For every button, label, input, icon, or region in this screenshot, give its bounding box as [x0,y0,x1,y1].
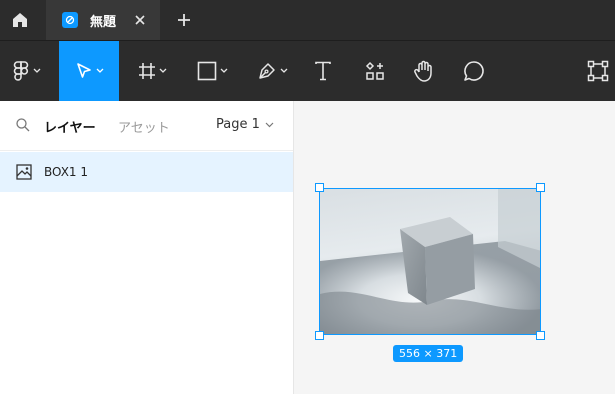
chevron-down-icon [96,68,103,73]
chevron-down-icon [280,68,287,73]
bounding-box-icon [587,60,608,82]
resize-handle-top-left[interactable] [315,183,324,192]
tab-layers[interactable]: レイヤー [44,117,96,136]
tab-assets[interactable]: アセット [118,117,170,136]
search-icon[interactable] [16,118,30,132]
frame-tool[interactable] [128,41,176,101]
page-selector[interactable]: Page 1 [216,117,274,132]
text-tool[interactable] [306,41,340,101]
dimensions-label: 556 × 371 [393,345,464,362]
frame-icon [138,63,155,79]
hand-icon [414,60,432,82]
canvas[interactable]: 556 × 371 [295,101,615,394]
main-menu-button[interactable] [0,41,52,101]
resize-handle-top-right[interactable] [536,183,545,192]
tab-title: 無題 [90,14,117,30]
pen-icon [258,63,275,79]
chevron-down-icon [220,68,227,73]
layers-panel: レイヤー アセット Page 1 BOX1 1 [0,101,294,394]
file-tab[interactable]: 無題 [46,0,160,40]
figma-logo-icon [13,61,28,81]
resources-icon [365,61,384,80]
plus-icon [178,14,190,26]
comment-icon [464,61,484,81]
rectangle-icon [197,61,216,81]
close-tab-button[interactable] [132,12,148,28]
new-tab-button[interactable] [174,10,194,30]
toolbar [0,40,615,101]
shape-tool[interactable] [188,41,236,101]
move-tool[interactable] [59,41,119,101]
cursor-icon [76,63,91,78]
panel-header: レイヤー アセット Page 1 [0,101,293,151]
image-layer[interactable] [319,188,541,335]
resize-handle-bottom-right[interactable] [536,331,545,340]
text-icon [315,61,331,81]
chevron-down-icon [33,68,40,73]
layer-name: BOX1 1 [44,165,89,179]
comment-tool[interactable] [456,41,492,101]
layer-row[interactable]: BOX1 1 [0,152,293,192]
close-icon [135,15,145,25]
resize-handle-bottom-left[interactable] [315,331,324,340]
pen-tool[interactable] [248,41,296,101]
image-icon [16,164,32,180]
hand-tool[interactable] [406,41,442,101]
tab-bar: 無題 [0,0,615,40]
resources-tool[interactable] [358,41,392,101]
chevron-down-icon [159,68,166,73]
dev-mode-toggle[interactable] [580,41,615,101]
figma-file-icon [62,12,78,28]
page-label: Page 1 [216,117,260,132]
home-icon [13,13,27,27]
chevron-down-icon [265,122,274,127]
home-button[interactable] [0,0,40,40]
cube-photo [320,189,540,334]
